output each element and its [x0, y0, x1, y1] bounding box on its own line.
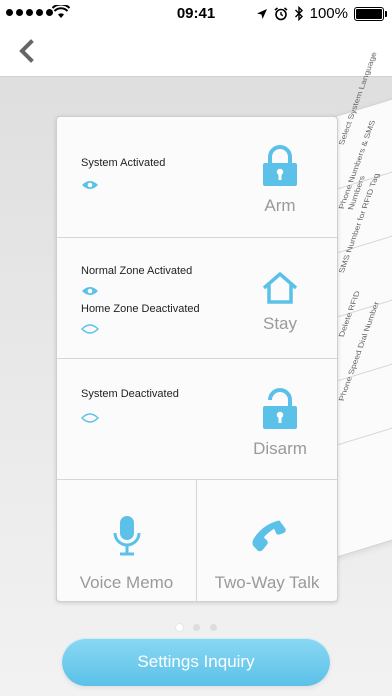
- page-dot: [192, 624, 200, 631]
- eye-filled-icon: [82, 181, 98, 189]
- eye-filled-icon: [82, 287, 98, 295]
- lock-closed-icon: [263, 145, 297, 186]
- disarm-button-label: Disarm: [253, 439, 307, 458]
- battery-icon: [354, 6, 387, 21]
- control-card: System Activated Arm Normal Zone Activat…: [56, 116, 338, 602]
- page-indicator: [0, 624, 392, 631]
- eye-outline-icon: [81, 324, 99, 334]
- arm-button[interactable]: Arm: [235, 145, 325, 216]
- settings-inquiry-button[interactable]: Settings Inquiry: [62, 638, 330, 686]
- home-icon: [262, 272, 298, 304]
- disarm-status-label: System Deactivated: [81, 388, 179, 400]
- two-way-talk-label: Two-Way Talk: [214, 573, 320, 592]
- page-dot-active: [175, 624, 183, 631]
- status-bar: 09:41 100%: [0, 0, 392, 26]
- arm-panel: System Activated Arm: [57, 117, 337, 238]
- arm-status-label: System Activated: [81, 157, 166, 169]
- home-zone-status: Home Zone Deactivated: [81, 303, 200, 315]
- location-arrow-icon: [256, 8, 267, 19]
- normal-zone-status: Normal Zone Activated: [81, 265, 193, 277]
- arm-button-label: Arm: [264, 196, 296, 215]
- stay-button[interactable]: Stay: [235, 271, 325, 334]
- disarm-button[interactable]: Disarm: [235, 388, 325, 459]
- two-way-talk-button[interactable]: Two-Way Talk: [197, 479, 337, 601]
- bluetooth-icon: [294, 6, 303, 21]
- back-chevron-icon[interactable]: [14, 38, 40, 64]
- stay-button-label: Stay: [262, 314, 298, 333]
- navigation-bar: [0, 26, 392, 77]
- microphone-icon: [113, 516, 141, 556]
- alarm-clock-icon: [274, 6, 288, 20]
- voice-memo-label: Voice Memo: [79, 573, 174, 592]
- eye-outline-icon: [81, 413, 99, 423]
- stay-panel: Normal Zone Activated Home Zone Deactiva…: [57, 237, 337, 359]
- voice-memo-button[interactable]: Voice Memo: [57, 479, 197, 601]
- phone-icon: [252, 520, 286, 552]
- disarm-panel: System Deactivated Disarm: [57, 358, 337, 480]
- lock-open-icon: [263, 388, 297, 429]
- page-dot: [209, 624, 217, 631]
- battery-percent: 100%: [309, 5, 348, 22]
